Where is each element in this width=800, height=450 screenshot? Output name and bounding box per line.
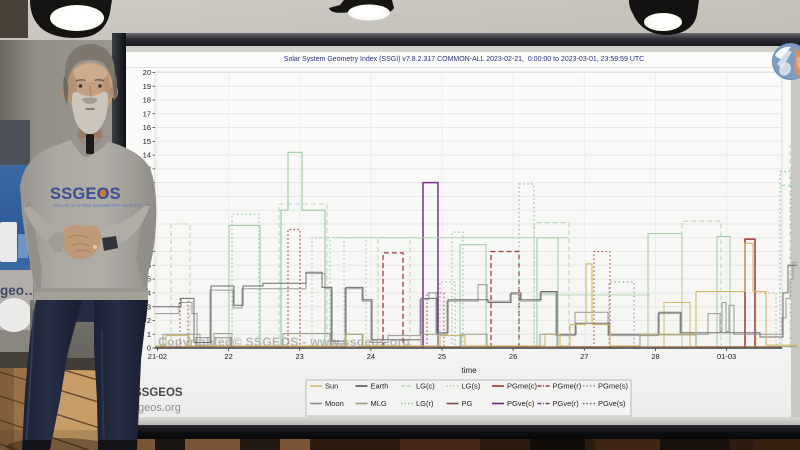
svg-text:PG: PG: [462, 399, 473, 408]
svg-text:26: 26: [509, 352, 517, 361]
svg-text:Sun: Sun: [325, 382, 338, 391]
svg-text:22: 22: [224, 352, 232, 361]
svg-text:time: time: [461, 366, 477, 375]
svg-text:SSGEOS: SSGEOS: [50, 185, 121, 203]
svg-text:25: 25: [438, 352, 446, 361]
svg-text:Earth: Earth: [371, 382, 389, 391]
svg-text:PGme(c): PGme(c): [507, 382, 538, 391]
svg-text:28: 28: [651, 352, 659, 361]
svg-text:01-03: 01-03: [717, 352, 736, 361]
svg-text:23: 23: [296, 352, 304, 361]
svg-text:SOLAR SYSTEM GEOMETRY SURVEY: SOLAR SYSTEM GEOMETRY SURVEY: [53, 203, 142, 208]
svg-text:LG(s): LG(s): [462, 382, 481, 391]
svg-text:LG(c): LG(c): [416, 382, 435, 391]
svg-text:PGme(r): PGme(r): [553, 382, 582, 391]
svg-text:LG(r): LG(r): [416, 399, 434, 408]
svg-text:PGve(r): PGve(r): [553, 399, 580, 408]
svg-text:PGve(s): PGve(s): [598, 399, 626, 408]
svg-text:Moon: Moon: [325, 399, 344, 408]
svg-text:PGve(c): PGve(c): [507, 399, 535, 408]
svg-text:24: 24: [367, 352, 375, 361]
svg-text:PGme(s): PGme(s): [598, 382, 629, 391]
svg-text:MLG: MLG: [371, 399, 387, 408]
svg-text:27: 27: [580, 352, 588, 361]
